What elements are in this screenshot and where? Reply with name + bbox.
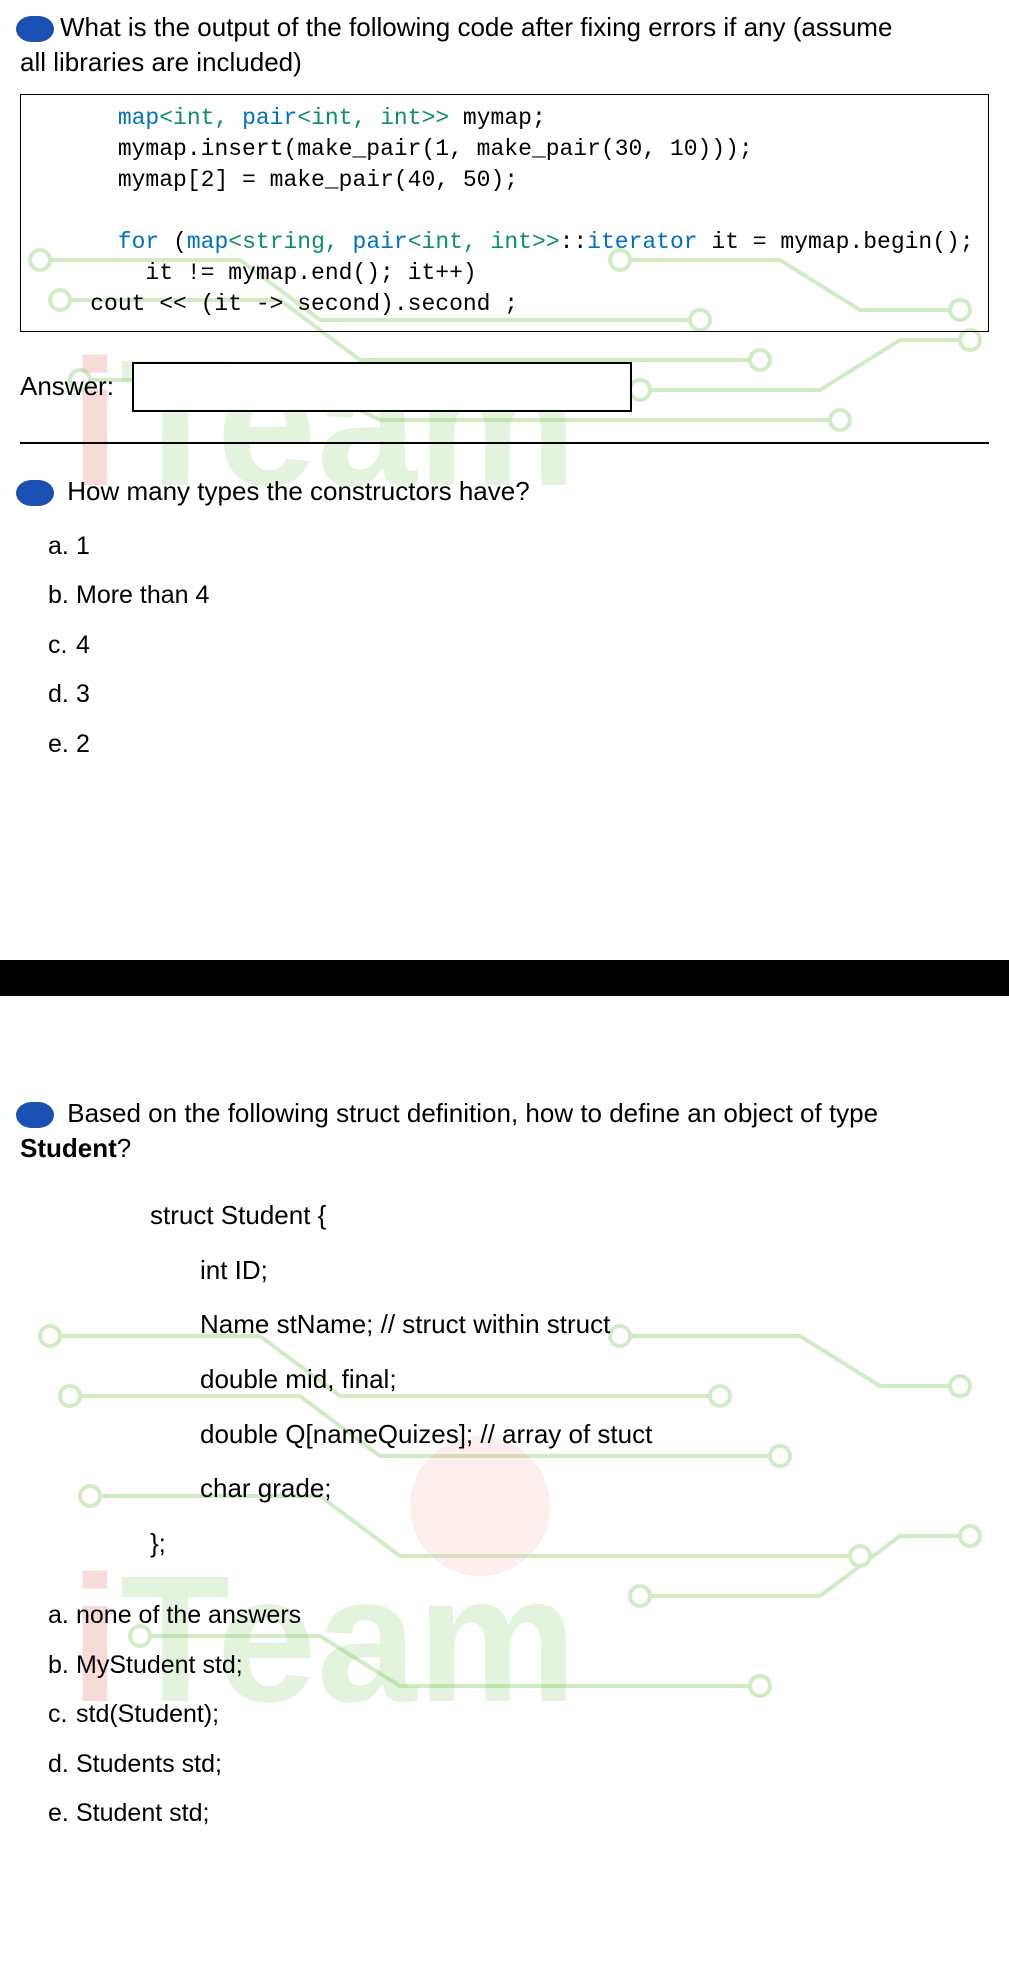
- q2-options: a.1 b.More than 4 c.4 d.3 e.2: [48, 523, 989, 769]
- q1-code-block: map<int, pair<int, int>> mymap; mymap.in…: [20, 94, 989, 331]
- page-divider: [0, 960, 1009, 996]
- q3-option-c[interactable]: c.std(Student);: [48, 1691, 989, 1739]
- q1-prompt: What is the output of the following code…: [20, 10, 989, 80]
- q3-option-a[interactable]: a.none of the answers: [48, 1592, 989, 1640]
- q3-option-e[interactable]: e.Student std;: [48, 1790, 989, 1838]
- q2-option-d[interactable]: d.3: [48, 671, 989, 719]
- question-bullet-icon: [16, 16, 54, 42]
- answer-input[interactable]: [132, 362, 632, 412]
- struct-line: };: [150, 1516, 989, 1571]
- struct-line: double Q[nameQuizes]; // array of stuct: [200, 1407, 989, 1462]
- q3-option-b[interactable]: b.MyStudent std;: [48, 1642, 989, 1690]
- q3-prompt: Based on the following struct definition…: [20, 1096, 989, 1166]
- q3-struct-block: struct Student { int ID; Name stName; //…: [150, 1188, 989, 1570]
- q2-option-c[interactable]: c.4: [48, 622, 989, 670]
- q3-options: a.none of the answers b.MyStudent std; c…: [48, 1592, 989, 1838]
- q2-option-a[interactable]: a.1: [48, 523, 989, 571]
- q2-prompt: How many types the constructors have?: [20, 474, 989, 509]
- struct-line: Name stName; // struct within struct: [200, 1297, 989, 1352]
- answer-label: Answer:: [20, 371, 114, 402]
- answer-row: Answer:: [20, 362, 989, 412]
- struct-line: int ID;: [200, 1243, 989, 1298]
- separator-line: [20, 442, 989, 444]
- struct-line: char grade;: [200, 1461, 989, 1516]
- q3-option-d[interactable]: d.Students std;: [48, 1741, 989, 1789]
- question-bullet-icon: [16, 480, 54, 506]
- struct-line: struct Student {: [150, 1188, 989, 1243]
- page-1: iTeam What is the output of the followin…: [0, 0, 1009, 960]
- page-2: iTeam Based on the following struct defi…: [0, 996, 1009, 1870]
- question-bullet-icon: [16, 1102, 54, 1128]
- struct-line: double mid, final;: [200, 1352, 989, 1407]
- q2-option-e[interactable]: e.2: [48, 721, 989, 769]
- q2-option-b[interactable]: b.More than 4: [48, 572, 989, 620]
